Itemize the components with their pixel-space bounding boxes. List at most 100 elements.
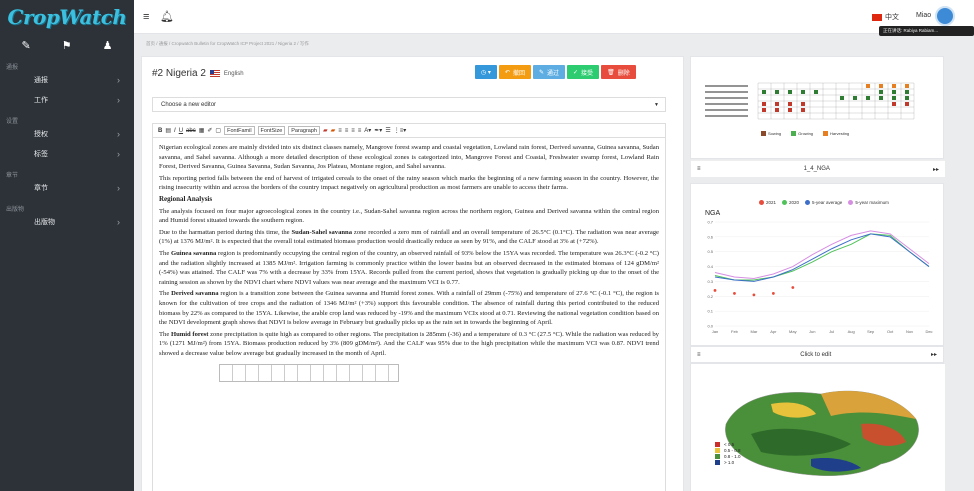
paragraph: Due to the harmattan period during this … bbox=[159, 228, 659, 247]
expand-icon[interactable]: ▸▸ bbox=[933, 166, 939, 173]
flag-icon[interactable]: ⚑ bbox=[62, 39, 72, 52]
ndvi-chart-panel: 2021 2020 5-year average 5-year maximum NGA… bbox=[690, 183, 944, 346]
align-icon[interactable]: ▤ bbox=[165, 127, 171, 134]
x-tick-label: Mar bbox=[750, 329, 758, 334]
data-point-2021 bbox=[713, 289, 717, 292]
user-name[interactable]: Miao bbox=[916, 12, 931, 19]
avatar[interactable] bbox=[935, 6, 955, 26]
sidebar-item-label: 章节 bbox=[34, 185, 48, 192]
legend-label: Harvesting bbox=[830, 131, 850, 136]
image-icon[interactable]: ▰ bbox=[323, 127, 328, 134]
legend-label: 2020 bbox=[789, 200, 800, 205]
strike-button[interactable]: abc bbox=[186, 128, 196, 134]
menu-icon[interactable]: ≡ bbox=[143, 11, 149, 23]
italic-button[interactable]: I bbox=[174, 128, 176, 134]
legend-label: 0.5 - 0.8 bbox=[724, 447, 741, 453]
zone-name: Guinea savanna bbox=[170, 249, 217, 257]
pin-icon[interactable]: ✎ bbox=[22, 39, 31, 52]
breadcrumb[interactable]: 首页 / 通报 / Cropwatch Bulletin for CropWat… bbox=[146, 41, 309, 47]
panel-title[interactable]: Click to edit bbox=[701, 352, 931, 358]
legend-harvesting: Harvesting bbox=[823, 131, 850, 137]
chevron-right-icon: › bbox=[117, 217, 120, 227]
underline-button[interactable]: U bbox=[179, 128, 183, 134]
legend-item: > 1.0 bbox=[715, 459, 741, 465]
legend-label: 0.8 - 1.0 bbox=[724, 453, 741, 459]
legend-entry[interactable]: 2020 bbox=[782, 200, 800, 206]
x-tick-label: Feb bbox=[731, 329, 739, 334]
ndvi-chart: 0.0 0.1 0.2 0.3 0.4 0.5 0.6 0.7 Jan Feb Mar Apr May J… bbox=[707, 220, 932, 335]
legend-entry[interactable]: 5-year average bbox=[805, 200, 843, 206]
history-button[interactable]: ◷ ▾ bbox=[475, 65, 497, 79]
trash-icon: 🗑︎ bbox=[607, 69, 615, 76]
legend-label: 2021 bbox=[766, 200, 777, 205]
paste-icon[interactable]: ▦ bbox=[199, 127, 205, 134]
legend-entry[interactable]: 5-year maximum bbox=[848, 200, 889, 206]
language-label: English bbox=[223, 70, 244, 77]
sidebar-item-publications[interactable]: 出版物 › bbox=[0, 212, 134, 232]
bell-icon[interactable]: 🔔︎ bbox=[160, 10, 174, 23]
y-tick-label: 0.1 bbox=[707, 309, 713, 314]
align-left-icon[interactable]: ≡ bbox=[338, 128, 342, 134]
sidebar-item-chapters[interactable]: 章节 › bbox=[0, 178, 134, 198]
editor-select[interactable]: Choose a new editor ▼ bbox=[152, 97, 666, 112]
sidebar-item-work[interactable]: 工作 › bbox=[0, 90, 134, 110]
x-tick-label: Oct bbox=[887, 329, 894, 334]
x-tick-label: Jun bbox=[809, 329, 815, 334]
chevron-right-icon: › bbox=[117, 183, 120, 193]
align-right-icon[interactable]: ≡ bbox=[351, 128, 355, 134]
sidebar-item-tags[interactable]: 标签 › bbox=[0, 144, 134, 164]
calendar-cell bbox=[892, 96, 896, 100]
editor-content[interactable]: Nigerian ecological zones are mainly div… bbox=[152, 137, 666, 491]
check-icon: ✓ bbox=[573, 69, 579, 76]
bold-button[interactable]: B bbox=[158, 128, 162, 134]
approve-button[interactable]: ✎ 通过 bbox=[532, 65, 566, 79]
paragraph: The analysis focused on four major agroe… bbox=[159, 207, 659, 225]
legend-growing: Growing bbox=[791, 131, 813, 137]
x-tick-label: May bbox=[789, 329, 797, 334]
series-line bbox=[714, 233, 930, 281]
legend-label: 5-year average bbox=[812, 200, 843, 205]
nigeria-map bbox=[691, 364, 945, 491]
language-switch[interactable]: 中文 bbox=[872, 12, 899, 22]
sidebar: CropWatch ✎ ⚑ ♟ 通报 通报 › 工作 › 设置 授权 › 标签 › 章节… bbox=[0, 0, 134, 491]
font-size-select[interactable]: FontSize bbox=[257, 126, 286, 135]
calendar-cell bbox=[879, 84, 883, 88]
calendar-cell bbox=[801, 108, 805, 112]
legend-entry[interactable]: 2021 bbox=[759, 200, 777, 206]
sidebar-item-bulletin[interactable]: 通报 › bbox=[0, 70, 134, 90]
y-tick-label: 0.4 bbox=[707, 264, 713, 269]
paragraph-select[interactable]: Paragraph bbox=[288, 126, 320, 135]
sidebar-item-label: 通报 bbox=[34, 77, 48, 84]
calendar-cell bbox=[801, 90, 805, 94]
sidebar-toolbar: ✎ ⚑ ♟ bbox=[0, 34, 134, 56]
sidebar-item-auth[interactable]: 授权 › bbox=[0, 124, 134, 144]
list-icon[interactable]: ☰ bbox=[385, 127, 390, 134]
expand-icon[interactable]: ▸▸ bbox=[931, 351, 937, 358]
delete-button[interactable]: 🗑︎ 删除 bbox=[601, 65, 636, 79]
font-family-select[interactable]: FontFamil bbox=[224, 126, 255, 135]
withdraw-button[interactable]: ↶ 撤回 bbox=[498, 65, 531, 79]
bell-icon[interactable]: ♟ bbox=[103, 39, 113, 52]
gallery-icon[interactable]: ▰ bbox=[331, 127, 336, 134]
table-icon[interactable]: ▢ bbox=[215, 127, 221, 134]
sidebar-item-label: 工作 bbox=[34, 97, 48, 104]
data-point-2021 bbox=[733, 292, 736, 295]
calendar-cell bbox=[814, 90, 818, 94]
accept-button[interactable]: ✓ 接受 bbox=[567, 65, 600, 79]
numbered-list-icon[interactable]: ⋮≡▾ bbox=[394, 127, 407, 134]
calendar-cell bbox=[853, 96, 857, 100]
legend-label: < 0.5 bbox=[724, 441, 735, 447]
brush-icon[interactable]: ✐ bbox=[207, 127, 212, 134]
data-point-2021 bbox=[791, 286, 795, 289]
calendar-cell bbox=[879, 96, 883, 100]
font-color-icon[interactable]: A▾ bbox=[364, 127, 371, 134]
undo-icon: ↶ bbox=[504, 69, 510, 76]
justify-icon[interactable]: ≡ bbox=[358, 128, 362, 134]
page-title: #2 Nigeria 2 bbox=[152, 68, 206, 79]
highlight-icon[interactable]: ✒▾ bbox=[374, 127, 382, 134]
select-value: Choose a new editor bbox=[161, 102, 217, 108]
align-center-icon[interactable]: ≡ bbox=[345, 128, 349, 134]
text: The bbox=[159, 249, 171, 257]
legend-item: 0.8 - 1.0 bbox=[715, 453, 741, 459]
x-tick-label: Sep bbox=[867, 329, 875, 334]
